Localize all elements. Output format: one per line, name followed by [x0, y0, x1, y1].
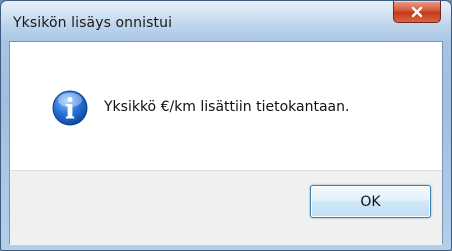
message-text: Yksikkö €/km lisättiin tietokantaan. — [104, 99, 350, 115]
close-button[interactable] — [393, 1, 441, 23]
close-icon — [411, 6, 423, 17]
window-title: Yksikön lisäys onnistui — [13, 15, 173, 31]
ok-button[interactable]: OK — [310, 185, 431, 218]
message-area: Yksikkö €/km lisättiin tietokantaan. — [10, 42, 442, 170]
info-icon — [52, 90, 88, 126]
dialog-body: Yksikkö €/km lisättiin tietokantaan. OK — [9, 41, 443, 245]
button-bar: OK — [10, 170, 442, 245]
dialog-window: Yksikön lisäys onnistui Yksikkö €/km lis… — [0, 0, 452, 251]
title-bar[interactable]: Yksikön lisäys onnistui — [1, 1, 451, 41]
